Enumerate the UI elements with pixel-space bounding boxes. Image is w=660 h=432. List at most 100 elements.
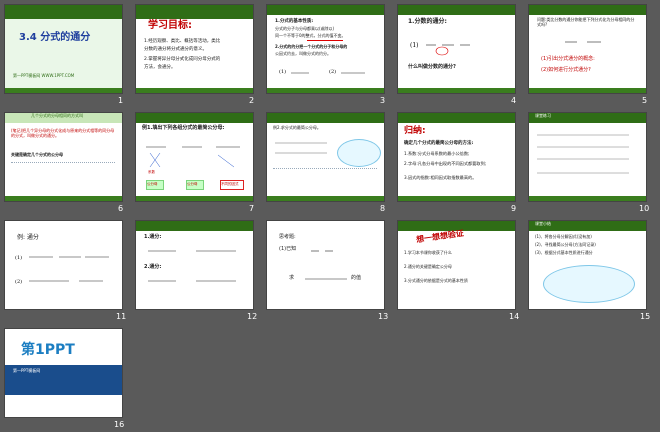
svg-text:(1): (1) xyxy=(410,42,419,49)
slide-footer-bar xyxy=(267,88,384,93)
slide-heading: 课堂小结 xyxy=(535,221,551,226)
fraction-example: (1) xyxy=(410,42,470,56)
slide-title-bar xyxy=(529,5,646,15)
slide-sorter-grid: 3.4 分式的通分 第一PPT模板网 WWW.1PPT.COM 1 学习目标: … xyxy=(0,0,660,432)
slide-point: 3.分式通分的依据是分式的基本性质 xyxy=(404,278,468,283)
slide-number: 5 xyxy=(642,96,648,105)
slide-thumbnail-16[interactable]: 第1PPT 第一PPT模板网 xyxy=(5,329,122,417)
slide-point: (1)、将各分母分解因式(没有加) xyxy=(535,234,592,239)
fraction-problems: (1) (2) xyxy=(15,254,109,285)
slide-point: (1)引出分式通分的概念: xyxy=(541,56,595,62)
slide-question: 什么叫做分数的通分? xyxy=(408,64,456,70)
slide-footer-bar xyxy=(529,88,646,93)
slide-heading: 归纳: xyxy=(404,126,426,136)
fraction-example xyxy=(565,41,601,43)
slide-heading: 想一想想验证 xyxy=(415,228,465,245)
fraction-row-2 xyxy=(148,280,236,282)
slide-body xyxy=(11,162,115,183)
slide-thumbnail-15[interactable]: 课堂小结 (1)、将各分母分解因式(没有加) (2)、寻找最简公分母(方法同记录… xyxy=(529,221,646,309)
slide-thumbnail-7[interactable]: 例1.填出下列各组分式的最简公分母: 系数 公分母 公分母 不同的因式 xyxy=(136,113,253,201)
slide-line: 分数的通分将分式通分的意义。 xyxy=(144,47,207,52)
slide-number: 12 xyxy=(247,312,258,321)
slide-thumbnail-5[interactable]: 问题:类比分数的通分你能把下列分式化为分母相同的分式吗? (1)引出分式通分的概… xyxy=(529,5,646,93)
slide-title: 学习目标: xyxy=(148,20,192,31)
slide-title-bar xyxy=(398,113,515,123)
fraction-groups xyxy=(146,146,240,168)
slide-question: 问题:类比分数的通分你能把下列分式化为分母相同的分式吗? xyxy=(537,17,635,27)
slide-thumbnail-10[interactable]: 课堂练习 xyxy=(529,113,646,201)
slide-heading: 课堂练习 xyxy=(535,113,551,118)
slide-line: 2.分式的约分把一个分式的分子和分母的 xyxy=(275,44,348,49)
slide-number: 16 xyxy=(114,420,125,429)
slide-thumbnail-13[interactable]: 思考题: (1)已知 求 的值 xyxy=(267,221,384,309)
label-text: 公分母 xyxy=(187,182,198,186)
label-text: 公分母 xyxy=(147,182,158,186)
svg-text:(1): (1) xyxy=(15,254,22,261)
slide-number: 11 xyxy=(116,312,127,321)
summary-bubble xyxy=(543,265,635,303)
slide-number: 4 xyxy=(511,96,517,105)
slide-number: 10 xyxy=(639,204,650,213)
slide-thumbnail-6[interactable]: 几个分式的分母相同的方式叫 (笔记)把几个异分母的分式化成与原来的分式相等的同分… xyxy=(5,113,122,201)
slide-footer: 第一PPT模板网 WWW.1PPT.COM xyxy=(13,73,75,78)
slide-thumbnail-2[interactable]: 学习目标: 1.经历观察、类比、概括等活动，类比 分数的通分将分式通分的意义。 … xyxy=(136,5,253,93)
slide-point: (2)、寻找最简公分母(方法同记录) xyxy=(535,242,596,247)
slide-thumbnail-4[interactable]: 1.分数的通分: (1) 什么叫做分数的通分? xyxy=(398,5,515,93)
slide-thumbnail-9[interactable]: 归纳: 确定几个分式的最简公分母的方法: 1.系数:分式分母系数的最小公倍数; … xyxy=(398,113,515,201)
slide-point: 1.学习本节课你收获了什么 xyxy=(404,250,452,255)
slide-footer-bar xyxy=(267,196,384,201)
slide-line: 2.掌握将异分母分式化成同分母分式的 xyxy=(144,57,221,62)
slide-line: 思考题: xyxy=(279,234,296,240)
slide-key: 关键是确定几个分式的公分母 xyxy=(11,152,63,157)
slide-title: 几个分式的分母相同的方式叫 xyxy=(31,113,83,118)
slide-line: 公因式约去，叫做分式的约分。 xyxy=(275,51,331,56)
fraction-formulas: (1) (2) xyxy=(279,68,365,75)
slide-title-bar xyxy=(267,113,384,123)
slide-heading: 1.分数的通分: xyxy=(408,18,447,25)
slide-thumbnail-3[interactable]: 1.分式的基本性质: 分式的分子与分母都乘以(或除以) 同一个不等于0的整式，分… xyxy=(267,5,384,93)
slide-title: 3.4 分式的通分 xyxy=(19,32,91,43)
slide-line: 的值 xyxy=(351,275,362,281)
slide-number: 9 xyxy=(511,204,517,213)
slide-thumbnail-11[interactable]: 例: 通分 (1) (2) xyxy=(5,221,122,309)
slide-body xyxy=(273,168,377,187)
slide-title-bar xyxy=(398,5,515,15)
slide-number: 8 xyxy=(380,204,386,213)
exercise-lines xyxy=(537,134,629,174)
slide-thumbnail-8[interactable]: 例2.求分式的最简公分母。 xyxy=(267,113,384,201)
slide-footer-bar xyxy=(529,196,646,201)
slide-number: 6 xyxy=(118,204,124,213)
slide-heading: 例: 通分 xyxy=(17,234,39,241)
slide-line: 求 xyxy=(289,275,295,281)
slide-footer-bar xyxy=(398,88,515,93)
slide-thumbnail-1[interactable]: 3.4 分式的通分 第一PPT模板网 WWW.1PPT.COM xyxy=(5,5,122,93)
slide-footer-bar xyxy=(5,88,122,93)
slide-title-bar xyxy=(136,113,253,123)
slide-footer-bar xyxy=(398,196,515,201)
slide-caption: 第一PPT模板网 xyxy=(13,368,41,373)
slide-number: 1 xyxy=(118,96,124,105)
hint-bubble xyxy=(337,139,381,167)
svg-text:(2): (2) xyxy=(329,68,336,75)
svg-text:(2): (2) xyxy=(15,278,22,285)
slide-heading: 2.通分: xyxy=(144,264,162,270)
ppt-logo: 第1PPT xyxy=(21,342,75,358)
slide-line: 1.经历观察、类比、概括等活动，类比 xyxy=(144,39,221,44)
slide-thumbnail-14[interactable]: 想一想想验证 1.学习本节课你收获了什么 2.通分的关键是确定公分母 3.分式通… xyxy=(398,221,515,309)
slide-number: 3 xyxy=(380,96,386,105)
slide-point: 2.通分的关键是确定公分母 xyxy=(404,264,452,269)
slide-intro: 例2.求分式的最简公分母。 xyxy=(273,125,321,130)
slide-footer-bar xyxy=(5,196,122,201)
slide-footer-bar xyxy=(136,196,253,201)
slide-subheading: 确定几个分式的最简公分母的方法: xyxy=(404,141,474,146)
label-text: 系数 xyxy=(148,170,155,174)
slide-line: 方法，会通分。 xyxy=(144,65,176,70)
slide-number: 13 xyxy=(378,312,389,321)
slide-title-bar xyxy=(136,221,253,231)
fraction-row-1 xyxy=(148,250,236,252)
slide-number: 14 xyxy=(509,312,520,321)
underline xyxy=(307,40,343,41)
slide-thumbnail-12[interactable]: 1.通分: 2.通分: xyxy=(136,221,253,309)
slide-heading: 1.通分: xyxy=(144,234,162,240)
slide-heading: 例1.填出下列各组分式的最简公分母: xyxy=(142,125,225,131)
